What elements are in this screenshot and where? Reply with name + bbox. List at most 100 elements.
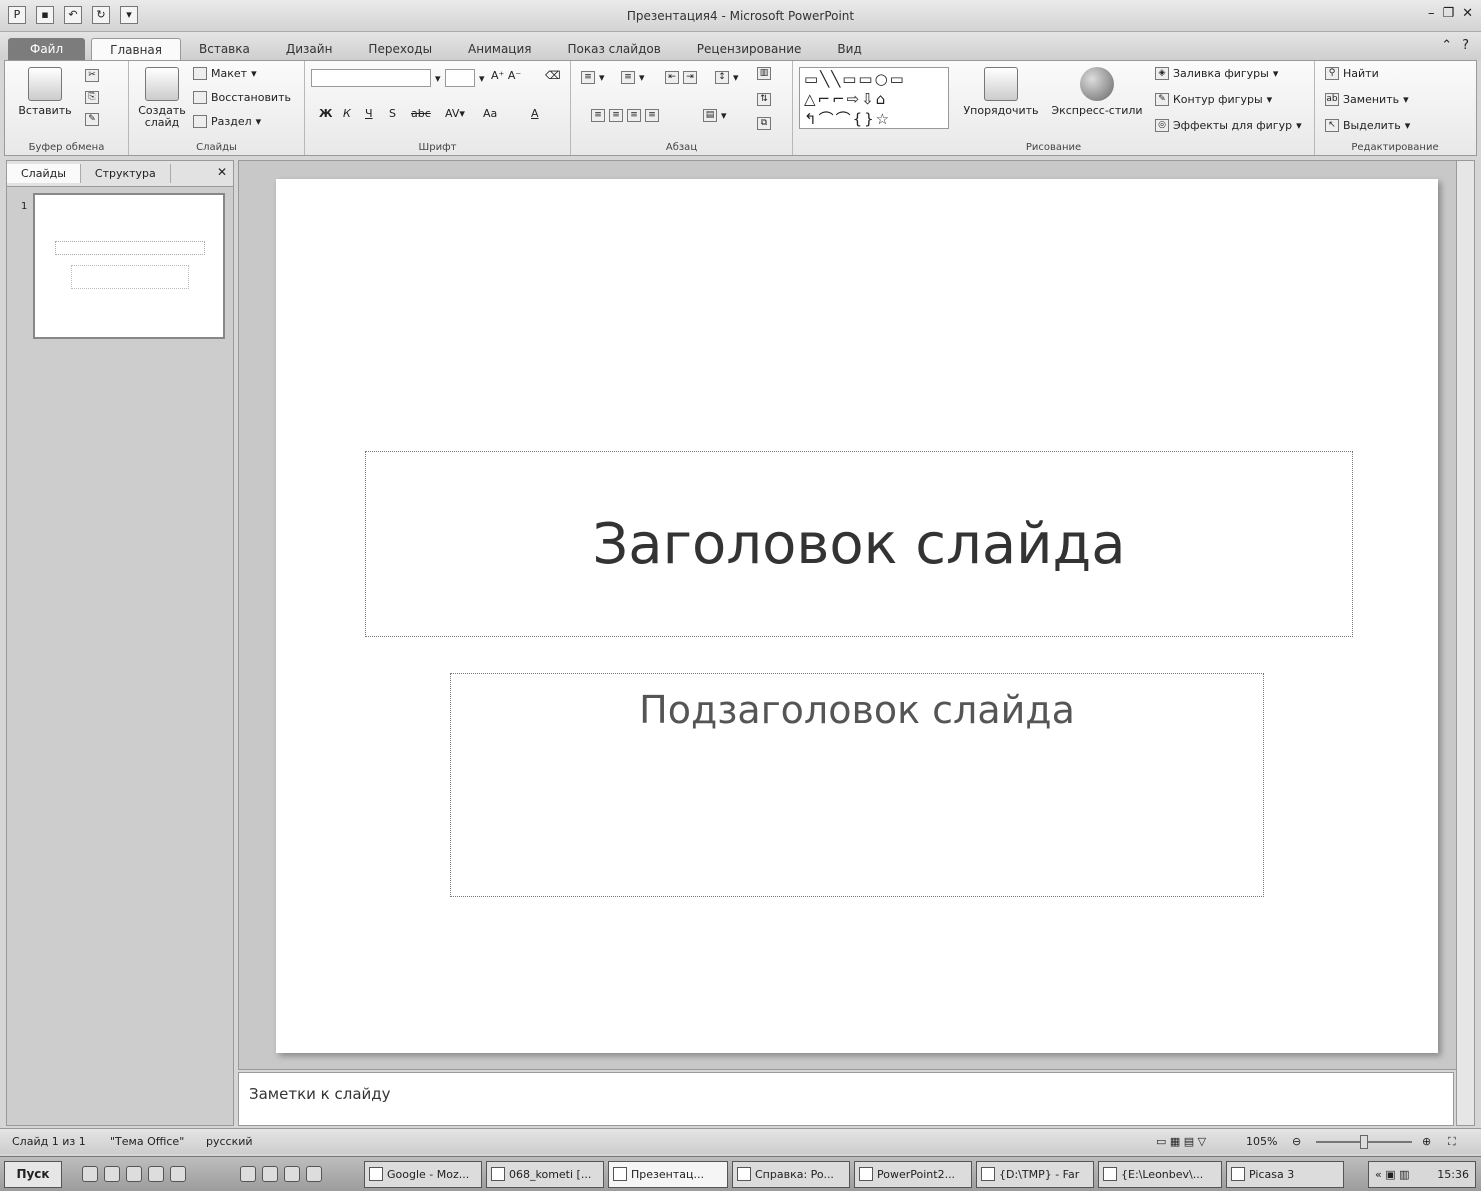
zoom-slider-thumb[interactable] [1360,1135,1368,1149]
tray-icons[interactable]: « ▣ ▥ [1375,1162,1410,1187]
taskbar-item-active[interactable]: Презентац... [608,1161,728,1188]
line-spacing-icon: ↕ [715,71,729,84]
bullets-button[interactable]: ≡ ▾ [581,71,605,84]
quicklaunch-app-icon[interactable] [148,1166,164,1182]
shapes-gallery[interactable]: ▭╲╲▭▭○▭ △⌐⌐⇨⇩⌂ ↰⌒⌒{}☆ [799,67,949,129]
taskbar: Пуск Google - Moz... 068_kometi [... Пре… [0,1156,1481,1191]
quick-styles-button[interactable]: Экспресс-стили [1051,67,1143,117]
vertical-scrollbar[interactable] [1456,160,1475,1126]
quicklaunch-app6-icon[interactable] [306,1166,322,1182]
paste-button[interactable]: Вставить [13,67,77,117]
zoom-out-icon[interactable]: ⊖ [1292,1135,1301,1148]
quicklaunch-browser-icon[interactable] [126,1166,142,1182]
tab-home[interactable]: Главная [91,38,181,60]
grow-font-button[interactable]: A⁺ A⁻ [491,69,521,82]
language-indicator[interactable]: русский [206,1135,253,1148]
group-slides: Создать слайд Макет ▾ Восстановить Разде… [129,61,305,155]
slide-canvas[interactable]: Заголовок слайда Подзаголовок слайда [276,179,1438,1053]
new-slide-button[interactable]: Создать слайд [133,67,191,129]
tab-view[interactable]: Вид [819,38,879,60]
title-placeholder[interactable]: Заголовок слайда [365,451,1353,637]
subtitle-placeholder[interactable]: Подзаголовок слайда [450,673,1264,897]
quicklaunch-explorer-icon[interactable] [104,1166,120,1182]
quicklaunch-desktop-icon[interactable] [82,1166,98,1182]
group-clipboard: Вставить ✂ ⎘ ✎ Буфер обмена [5,61,129,155]
clock[interactable]: 15:36 [1437,1168,1469,1181]
smartart-button[interactable]: ⧉ [757,117,771,130]
cut-button[interactable]: ✂ [85,69,99,82]
close-button[interactable]: ✕ [1462,6,1473,21]
change-case-button[interactable]: Аа [483,107,497,120]
subtitle-placeholder-text: Подзаголовок слайда [639,688,1075,732]
underline-button[interactable]: Ч [365,107,373,120]
copy-button[interactable]: ⎘ [85,91,99,104]
maximize-button[interactable]: ❐ [1442,6,1454,21]
shape-outline-button[interactable]: ✎ Контур фигуры ▾ [1155,93,1272,106]
taskbar-item[interactable]: {D:\TMP} - Far [976,1161,1094,1188]
view-buttons[interactable]: ▭ ▦ ▤ ▽ [1156,1135,1206,1148]
cursor-icon: ↖ [1325,119,1339,132]
numbering-button[interactable]: ≡ ▾ [621,71,645,84]
char-spacing-button[interactable]: AV▾ [445,107,465,120]
arrange-button[interactable]: Упорядочить [961,67,1041,117]
tab-transitions[interactable]: Переходы [350,38,450,60]
tab-outline[interactable]: Структура [81,164,171,183]
taskbar-item[interactable]: PowerPoint2... [854,1161,972,1188]
font-color-button[interactable]: А [531,107,539,120]
text-columns-button[interactable]: ▤ ▾ [703,109,727,122]
shape-fill-button[interactable]: ◈ Заливка фигуры ▾ [1155,67,1278,80]
quicklaunch-app2-icon[interactable] [170,1166,186,1182]
line-spacing-button[interactable]: ↕ ▾ [715,71,739,84]
tab-slideshow[interactable]: Показ слайдов [550,38,679,60]
slide-thumbnail[interactable] [33,193,225,339]
columns-button[interactable]: ▥ [757,67,771,80]
reset-button[interactable]: Восстановить [193,91,291,104]
zoom-in-icon[interactable]: ⊕ [1422,1135,1431,1148]
taskbar-item[interactable]: {E:\Leonbev\... [1098,1161,1222,1188]
tab-design[interactable]: Дизайн [268,38,351,60]
clear-format-icon[interactable]: ⌫ [545,69,561,82]
quicklaunch-app5-icon[interactable] [284,1166,300,1182]
layout-button[interactable]: Макет ▾ [193,67,257,80]
zoom-level[interactable]: 105% [1246,1135,1277,1148]
start-button[interactable]: Пуск [4,1161,62,1188]
system-tray: « ▣ ▥ 15:36 [1368,1161,1476,1188]
quicklaunch-app3-icon[interactable] [240,1166,256,1182]
title-placeholder-text: Заголовок слайда [592,511,1126,577]
columns-icon: ▥ [757,67,771,80]
shadow-button[interactable]: S [389,107,396,120]
replace-button[interactable]: ab Заменить ▾ [1325,93,1409,106]
fit-slide-icon[interactable]: ⛶ [1448,1135,1456,1149]
strikethrough-button[interactable]: abc [411,107,431,120]
section-button[interactable]: Раздел ▾ [193,115,261,128]
tab-review[interactable]: Рецензирование [679,38,820,60]
tab-file[interactable]: Файл [8,38,86,60]
minimize-button[interactable]: – [1428,6,1435,21]
tab-insert[interactable]: Вставка [181,38,268,60]
taskbar-item[interactable]: Google - Moz... [364,1161,482,1188]
help-icon[interactable]: ? [1462,38,1469,53]
font-size-select[interactable]: ▾ [445,69,485,87]
shape-effects-button[interactable]: ◎ Эффекты для фигур ▾ [1155,119,1302,132]
notes-placeholder: Заметки к слайду [249,1085,391,1103]
quicklaunch-app4-icon[interactable] [262,1166,278,1182]
close-pane-icon[interactable]: ✕ [217,165,227,179]
align-buttons[interactable]: ≡ ≡ ≡ ≡ [591,109,659,122]
find-button[interactable]: ⚲ Найти [1325,67,1379,80]
select-button[interactable]: ↖ Выделить ▾ [1325,119,1410,132]
taskbar-item[interactable]: Picasa 3 [1226,1161,1344,1188]
collapse-ribbon-icon[interactable]: ⌃ [1441,38,1452,53]
notes-pane[interactable]: Заметки к слайду [238,1072,1454,1126]
tab-animations[interactable]: Анимация [450,38,549,60]
text-direction-button[interactable]: ⇅ [757,93,771,106]
indent-buttons[interactable]: ⇤ ⇥ [665,71,697,84]
brush-icon: ✎ [85,113,99,126]
font-family-select[interactable]: ▾ [311,69,441,87]
format-painter-button[interactable]: ✎ [85,113,99,126]
bold-button[interactable]: Ж [319,107,332,120]
taskbar-item[interactable]: 068_kometi [... [486,1161,604,1188]
tab-slides[interactable]: Слайды [7,164,81,183]
justify-icon: ≡ [645,109,659,122]
taskbar-item[interactable]: Справка: Po... [732,1161,850,1188]
italic-button[interactable]: К [343,107,351,120]
